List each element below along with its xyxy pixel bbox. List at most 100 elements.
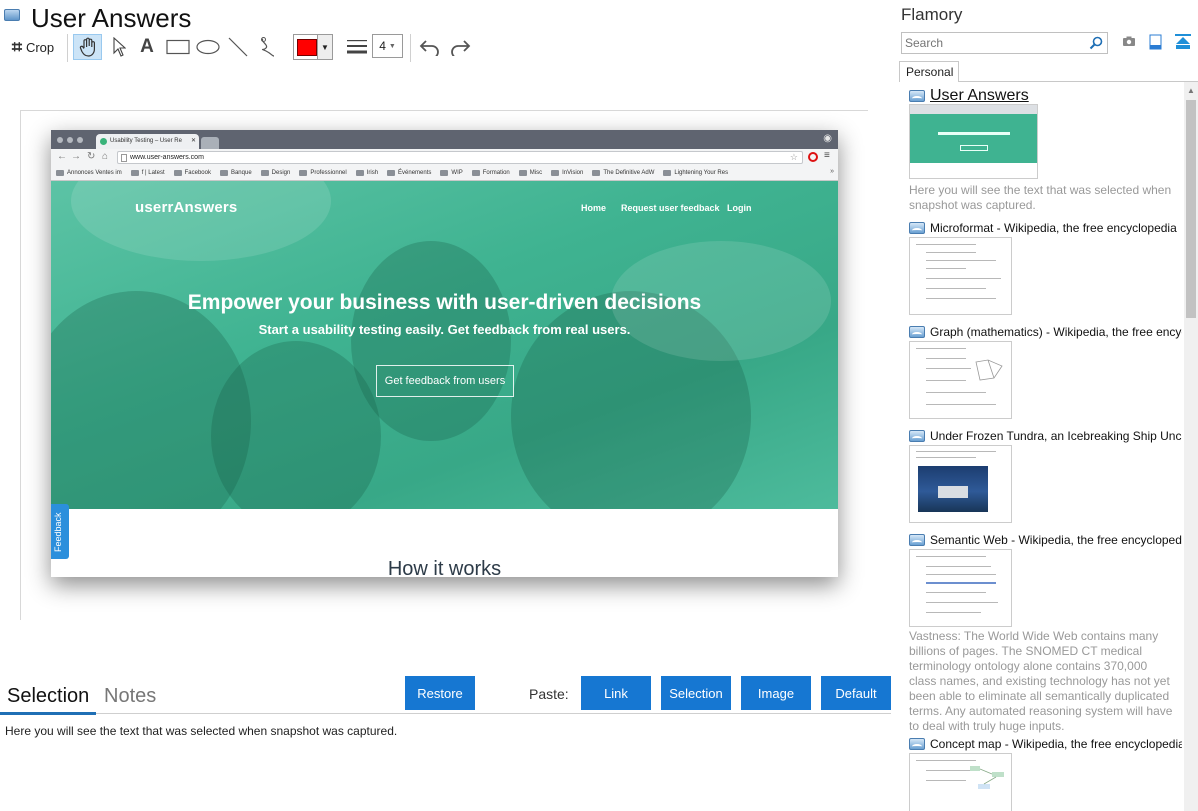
title-bar: User Answers xyxy=(0,0,896,34)
pan-tool-button[interactable] xyxy=(73,34,102,60)
sidebar-title: Flamory xyxy=(901,5,963,24)
scroll-up-icon[interactable]: ▲ xyxy=(1184,86,1198,98)
tab-selection[interactable]: Selection xyxy=(7,685,89,708)
line-tool-button[interactable] xyxy=(225,34,251,60)
list-item-thumbnail[interactable] xyxy=(909,341,1012,419)
favicon-icon xyxy=(100,138,107,145)
paste-label: Paste: xyxy=(529,686,569,702)
bookmark-item: Banque xyxy=(219,170,252,176)
scrollbar-thumb[interactable] xyxy=(1186,100,1196,318)
color-swatch xyxy=(297,39,317,56)
list-item[interactable]: Concept map - Wikipedia, the free encycl… xyxy=(909,737,1182,751)
bookmark-item: Formation xyxy=(471,170,510,176)
folder-icon xyxy=(663,170,672,176)
list-item-thumbnail[interactable] xyxy=(909,104,1038,179)
list-item-title: Concept map - Wikipedia, the free encycl… xyxy=(930,737,1182,751)
snapshot-title[interactable]: User Answers xyxy=(31,3,191,34)
snapshot-list: User Answers Here you will see the text … xyxy=(896,82,1182,811)
window-dot-icon xyxy=(57,137,63,143)
color-picker[interactable]: ▼ xyxy=(293,34,333,60)
list-item[interactable]: Microformat - Wikipedia, the free encycl… xyxy=(909,221,1182,235)
folder-icon xyxy=(130,170,139,176)
search-icon[interactable] xyxy=(1089,36,1103,50)
thumb-text-line xyxy=(916,457,976,458)
paste-image-button[interactable]: Image xyxy=(741,676,811,710)
hero-photo-shape xyxy=(71,181,331,261)
line-icon xyxy=(228,37,248,57)
undo-button[interactable] xyxy=(417,34,443,60)
redo-button[interactable] xyxy=(447,34,473,60)
browser-tab-title: Usability Testing – User Re xyxy=(110,138,182,144)
hero-headline: Empower your business with user-driven d… xyxy=(187,291,702,314)
list-item-title: Graph (mathematics) - Wikipedia, the fre… xyxy=(930,325,1182,339)
bookmark-item: Irish xyxy=(355,170,379,176)
thumb-text-line xyxy=(926,770,971,771)
text-tool-button[interactable]: A xyxy=(136,34,158,60)
feedback-tab: Feedback xyxy=(51,504,69,559)
browser-menu-icon: ≡ xyxy=(824,150,830,161)
thumb-text-line xyxy=(926,612,981,613)
select-tool-button[interactable] xyxy=(108,34,130,60)
thumb-highlight xyxy=(926,582,996,584)
list-item-thumbnail[interactable] xyxy=(909,549,1012,627)
list-item-title: User Answers xyxy=(930,87,1029,104)
ellipse-tool-button[interactable] xyxy=(194,34,222,60)
bookmark-label: Formation xyxy=(482,170,510,176)
bookmark-item: Professionnel xyxy=(299,170,347,176)
bookmark-item: Annonces Ventes im xyxy=(56,170,122,176)
page-icon xyxy=(121,154,127,162)
snapshot-icon xyxy=(909,738,925,750)
list-item[interactable]: User Answers xyxy=(909,87,1182,105)
ellipse-icon xyxy=(196,39,220,55)
hero-photo-shape xyxy=(351,241,511,441)
active-tab-indicator xyxy=(0,712,96,715)
list-item[interactable]: Under Frozen Tundra, an Icebreaking Ship… xyxy=(909,429,1182,443)
bookmark-label: Irish xyxy=(366,170,379,176)
paste-default-button[interactable]: Default xyxy=(821,676,891,710)
folder-icon xyxy=(173,170,182,176)
list-item-thumbnail[interactable] xyxy=(909,237,1012,315)
upload-top-icon[interactable] xyxy=(1175,34,1191,50)
site-logo: userrAnswers xyxy=(135,199,238,216)
bookmark-label: Annonces Ventes im xyxy=(67,170,122,176)
line-width-value: 4 xyxy=(379,39,386,53)
bookmark-label: Design xyxy=(271,170,291,176)
home-icon: ⌂ xyxy=(102,151,109,162)
bookmark-label: Événements xyxy=(398,170,432,176)
search-box[interactable] xyxy=(901,32,1108,54)
paste-selection-button[interactable]: Selection xyxy=(661,676,731,710)
snapshot-icon xyxy=(909,222,925,234)
search-input[interactable] xyxy=(902,33,1082,53)
snapshot-icon xyxy=(909,90,925,102)
document-icon[interactable] xyxy=(1149,34,1162,50)
paste-link-button[interactable]: Link xyxy=(581,676,651,710)
line-width-button[interactable] xyxy=(344,34,370,60)
thumb-text-line xyxy=(926,368,971,369)
toolbar-separator xyxy=(67,34,68,62)
list-item[interactable]: Graph (mathematics) - Wikipedia, the fre… xyxy=(909,325,1182,339)
ship-shape xyxy=(938,486,968,498)
tab-personal[interactable]: Personal xyxy=(899,61,959,82)
crop-button[interactable]: ⌗ Crop xyxy=(6,34,60,60)
thumb-text-line xyxy=(926,404,996,405)
bookmarks-more: » xyxy=(830,168,834,175)
tab-notes[interactable]: Notes xyxy=(104,685,156,708)
restore-button[interactable]: Restore xyxy=(405,676,475,710)
list-item-thumbnail[interactable] xyxy=(909,445,1012,523)
rectangle-tool-button[interactable] xyxy=(164,34,192,60)
snapshot-icon xyxy=(909,430,925,442)
sidebar-scrollbar[interactable]: ▲ xyxy=(1184,82,1198,811)
freehand-tool-button[interactable] xyxy=(255,34,281,60)
selection-text[interactable]: Here you will see the text that was sele… xyxy=(5,724,397,738)
folder-icon xyxy=(56,170,64,176)
bookmark-item: The Definitive AdW xyxy=(592,170,654,176)
list-item[interactable]: Semantic Web - Wikipedia, the free encyc… xyxy=(909,533,1182,547)
list-item-thumbnail[interactable] xyxy=(909,753,1012,811)
list-item-title: Microformat - Wikipedia, the free encycl… xyxy=(930,221,1177,235)
hand-icon xyxy=(79,37,95,57)
thumb-page xyxy=(910,163,1037,178)
camera-icon[interactable] xyxy=(1122,34,1136,48)
line-width-select[interactable]: 4 ▼ xyxy=(372,34,403,58)
folder-icon xyxy=(355,170,364,176)
color-dropdown-arrow[interactable]: ▼ xyxy=(317,35,332,59)
